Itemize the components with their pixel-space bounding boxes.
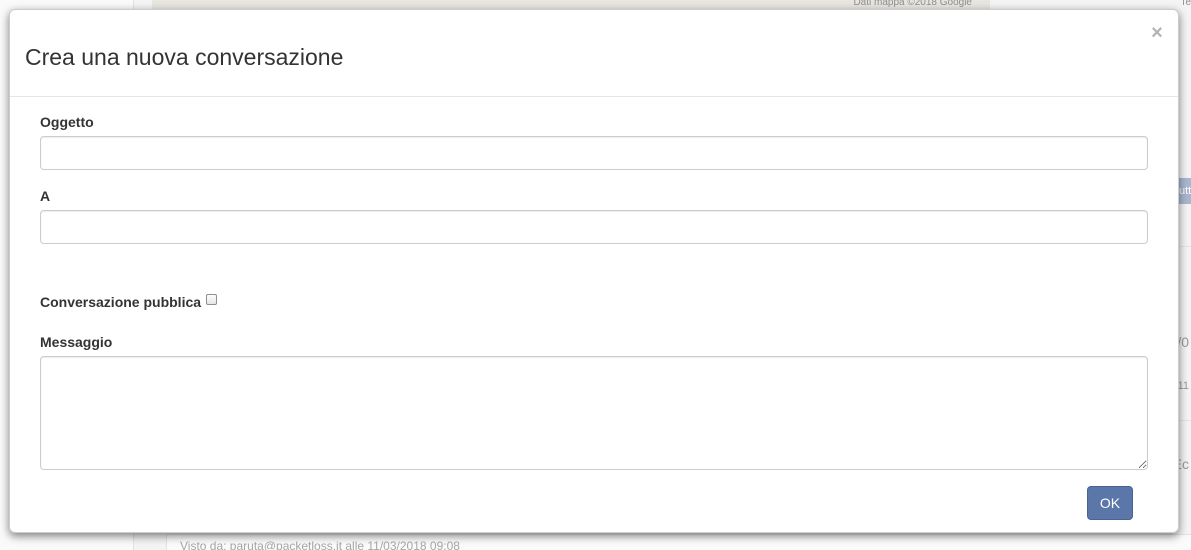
subject-label: Oggetto: [40, 114, 94, 130]
public-conversation-checkbox[interactable]: [206, 294, 217, 305]
close-button[interactable]: ×: [1147, 22, 1167, 44]
dialog-title: Crea una nuova conversazione: [25, 44, 344, 70]
modal-header: Crea una nuova conversazione ×: [10, 10, 1178, 97]
recipients-input[interactable]: [40, 210, 1148, 244]
message-label: Messaggio: [40, 334, 113, 350]
message-textarea[interactable]: [40, 356, 1148, 470]
recipients-label: A: [40, 188, 51, 204]
subject-input[interactable]: [40, 136, 1148, 170]
public-conversation-label: Conversazione pubblica: [40, 294, 202, 310]
ok-button[interactable]: OK: [1087, 486, 1133, 520]
new-conversation-dialog: Crea una nuova conversazione × Oggetto A…: [9, 9, 1179, 533]
